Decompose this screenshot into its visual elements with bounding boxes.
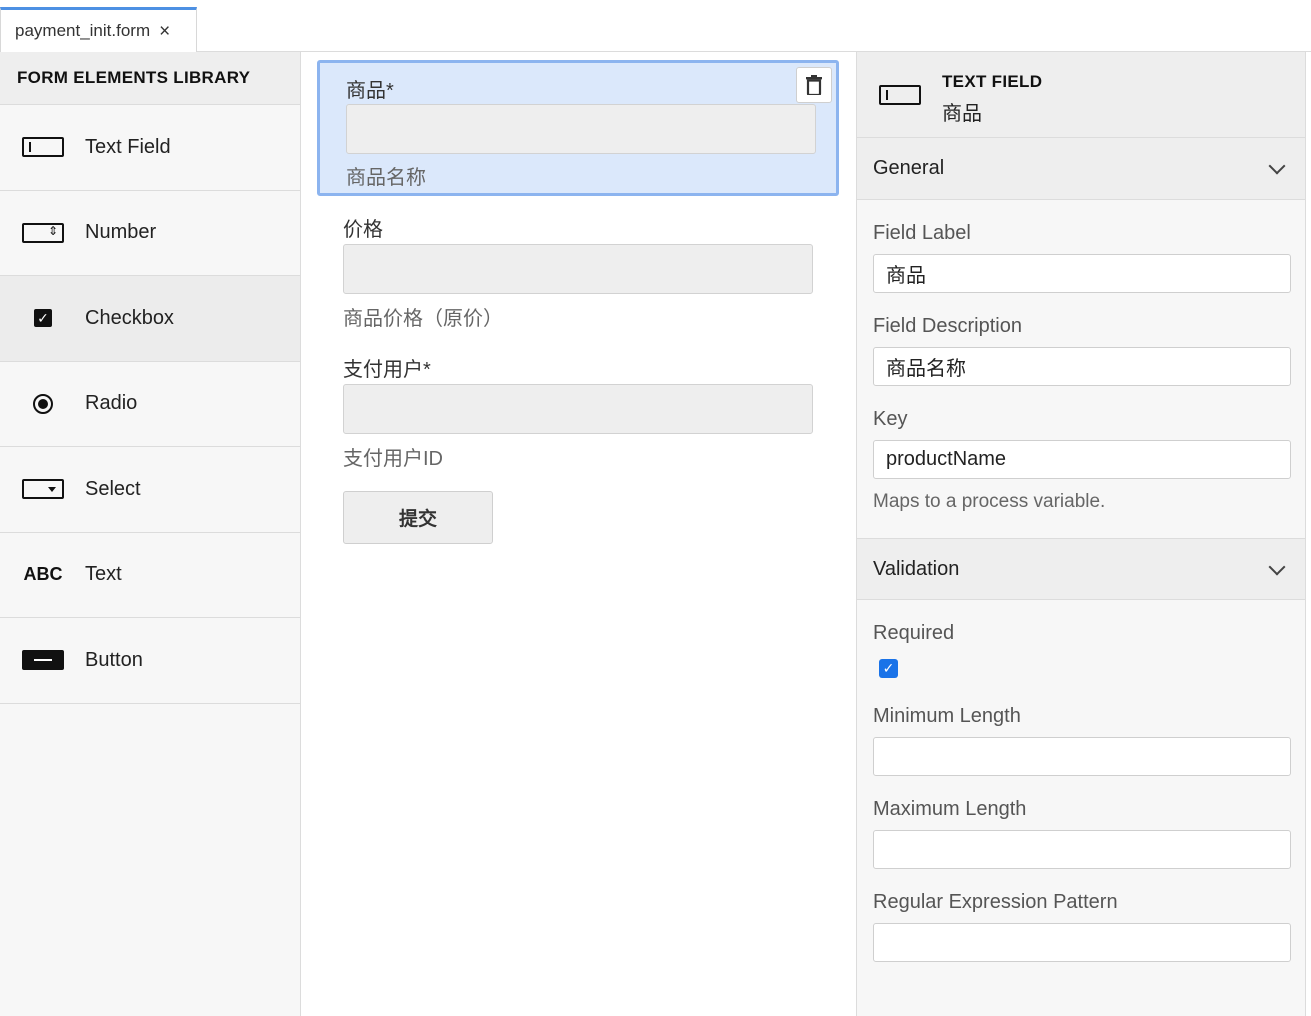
element-type: TEXT FIELD [942,72,1043,91]
library-item-select[interactable]: Select [0,447,300,533]
library-item-button[interactable]: Button [0,618,300,704]
library-item-label: Button [85,648,143,671]
field-label: 支付用户* [343,359,431,381]
text-field-icon [22,137,64,158]
field-label-title: Field Label [873,222,971,244]
text-field-icon [879,85,921,105]
trash-icon [806,75,822,95]
library-item-checkbox[interactable]: ✓ Checkbox [0,276,300,362]
required-title: Required [873,622,955,644]
general-section-toggle[interactable]: General [857,138,1305,200]
key-hint: Maps to a process variable. [873,491,1106,512]
properties-panel: TEXT FIELD 商品 General Field Label 商品 Fie… [856,52,1306,1016]
chevron-down-icon [1268,558,1286,576]
library-item-label: Select [85,477,141,500]
library-item-text[interactable]: ABC Text [0,533,300,618]
max-length-title: Maximum Length [873,798,1027,820]
validation-section-toggle[interactable]: Validation [857,538,1305,600]
section-title: Validation [873,557,960,580]
library-item-label: Text Field [85,135,171,158]
properties-header: TEXT FIELD 商品 [857,52,1305,138]
key-title: Key [873,408,908,430]
library-item-number[interactable]: Number [0,191,300,276]
field-description: 商品价格（原价） [343,308,503,330]
tab-title: payment_init.form [15,21,151,40]
number-icon [22,222,64,243]
form-field-payment-user[interactable]: 支付用户* 支付用户ID [317,342,839,472]
library-item-label: Number [85,221,157,244]
min-length-title: Minimum Length [873,705,1021,727]
section-title: General [873,157,945,179]
element-name: 商品 [942,103,982,125]
key-input[interactable]: productName [873,440,1291,479]
tab-payment-init-form[interactable]: payment_init.form × [0,7,197,52]
select-icon [22,479,64,500]
close-icon[interactable]: × [159,22,170,41]
field-description: 商品名称 [346,167,426,189]
max-length-input[interactable] [873,830,1291,869]
field-description-title: Field Description [873,315,1022,337]
required-checkbox[interactable]: ✓ [879,659,898,678]
form-canvas: 商品* 商品名称 价格 商品价格（原价） 支付用户* 支付用户ID 提交 [301,52,856,1016]
field-description-input[interactable]: 商品名称 [873,347,1291,386]
library-item-label: Radio [85,392,138,415]
library-header: FORM ELEMENTS LIBRARY [0,52,300,105]
button-icon [22,650,64,671]
field-label: 商品* [346,80,394,102]
library-item-label: Text [85,563,122,586]
text-icon: ABC [23,564,63,585]
field-input[interactable] [343,244,813,294]
field-label: 价格 [343,219,383,241]
field-input[interactable] [343,384,813,434]
regex-input[interactable] [873,923,1291,962]
form-field-product[interactable]: 商品* 商品名称 [317,60,839,196]
form-field-price[interactable]: 价格 商品价格（原价） [317,202,839,332]
library-item-text-field[interactable]: Text Field [0,105,300,191]
min-length-input[interactable] [873,737,1291,776]
field-description: 支付用户ID [343,448,443,470]
form-elements-library: FORM ELEMENTS LIBRARY Text Field Number … [0,52,301,1016]
field-label-input[interactable]: 商品 [873,254,1291,293]
regex-title: Regular Expression Pattern [873,891,1118,913]
field-input[interactable] [346,104,816,154]
chevron-down-icon [1268,157,1286,175]
delete-field-button[interactable] [796,67,832,103]
library-item-radio[interactable]: Radio [0,362,300,447]
tab-bar: payment_init.form × [0,0,1311,52]
library-item-label: Checkbox [85,306,174,329]
radio-icon [33,393,53,414]
checkbox-icon: ✓ [34,309,52,328]
submit-button[interactable]: 提交 [343,491,493,544]
